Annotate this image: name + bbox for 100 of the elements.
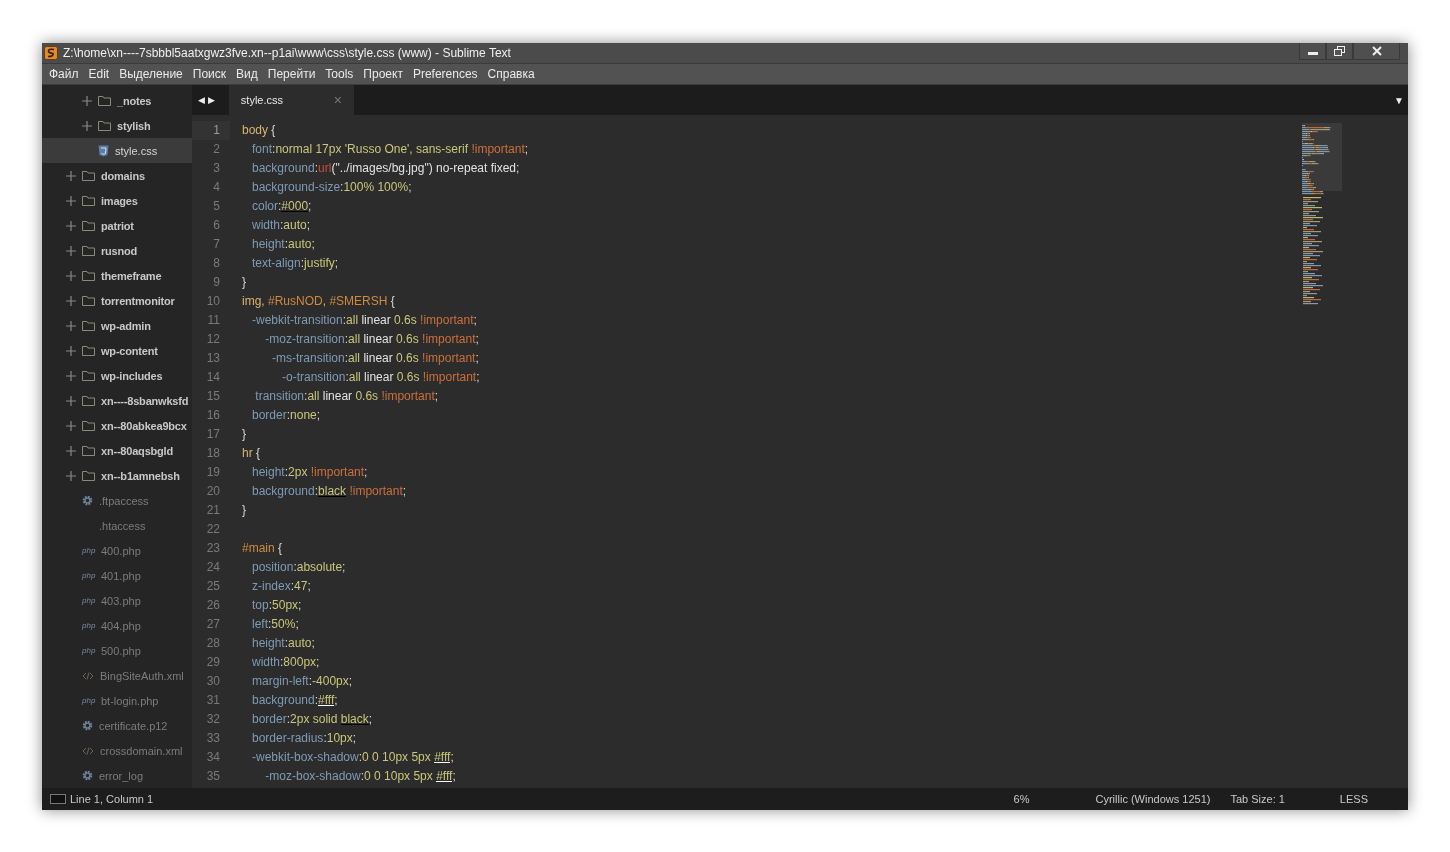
expand-icon[interactable] [66, 420, 76, 431]
sidebar-item[interactable]: php bt-login.php [42, 688, 192, 713]
menu-item[interactable]: Edit [83, 67, 115, 81]
sidebar-item[interactable]: patriot [42, 213, 192, 238]
sidebar-item[interactable]: php 401.php [42, 563, 192, 588]
tab-size-label[interactable]: Tab Size: 1 [1230, 793, 1285, 805]
menu-item[interactable]: Справка [482, 67, 540, 81]
expand-icon[interactable] [66, 295, 76, 306]
sidebar-item[interactable]: xn----8sbanwksfd [42, 388, 192, 413]
sidebar-item[interactable]: images [42, 188, 192, 213]
code-line: z-index:47; [251, 578, 311, 595]
expand-icon[interactable] [82, 120, 92, 131]
encoding-label[interactable]: Cyrillic (Windows 1251) [1095, 793, 1211, 805]
code-line: -o-transition:all linear 0.6s !important; [281, 369, 480, 386]
expand-icon[interactable] [66, 170, 76, 181]
expand-icon[interactable] [66, 195, 76, 206]
sidebar-item[interactable]: .ftpaccess [42, 488, 192, 513]
line-number: 30 [205, 673, 221, 690]
php-file-icon: php [82, 546, 96, 555]
sidebar-item[interactable]: stylish [42, 113, 192, 138]
tab-scroll-button[interactable]: ◀ [198, 95, 205, 105]
line-number: 12 [205, 331, 221, 348]
expand-icon[interactable] [66, 395, 76, 406]
line-number: 9 [212, 274, 221, 291]
line-number: 1 [192, 121, 230, 140]
expand-icon[interactable] [66, 220, 76, 231]
scroll-percent: 6% [1013, 793, 1030, 805]
restore-button[interactable] [1326, 43, 1353, 60]
line-number: 13 [205, 350, 221, 367]
expand-icon[interactable] [66, 245, 76, 256]
expand-icon[interactable] [66, 445, 76, 456]
line-number: 31 [205, 692, 221, 709]
gear-icon [82, 495, 93, 506]
menu-item[interactable]: Перейти [262, 67, 321, 81]
line-number: 34 [205, 749, 221, 766]
code-line: transition:all linear 0.6s !important; [254, 388, 439, 405]
sidebar-item[interactable]: php 403.php [42, 588, 192, 613]
minimize-button[interactable] [1299, 43, 1326, 60]
expand-icon[interactable] [82, 95, 92, 106]
syntax-label[interactable]: LESS [1339, 793, 1368, 805]
sidebar-item[interactable]: domains [42, 163, 192, 188]
sidebar-item[interactable]: php 404.php [42, 613, 192, 638]
expand-icon[interactable] [66, 345, 76, 356]
menu-item[interactable]: Проект [358, 67, 408, 81]
folder-icon [82, 295, 95, 306]
folder-icon [98, 95, 111, 106]
code-line: #main { [242, 540, 283, 557]
code-line: -webkit-box-shadow:0 0 10px 5px #fff; [251, 749, 454, 766]
code-line: left:50%; [251, 616, 299, 633]
line-number: 21 [205, 502, 221, 519]
expand-icon[interactable] [66, 270, 76, 281]
file-name: wp-admin [101, 319, 151, 332]
code-line: top:50px; [251, 597, 302, 614]
tab-scroll-button[interactable]: ▶ [207, 95, 215, 105]
sidebar-item[interactable]: crossdomain.xml [42, 738, 192, 763]
expand-icon[interactable] [66, 470, 76, 481]
file-name: torrentmonitor [101, 294, 175, 307]
sidebar-item[interactable]: wp-content [42, 338, 192, 363]
menu-item[interactable]: Выделение [114, 67, 188, 81]
folder-icon [82, 170, 95, 181]
line-number: 11 [206, 312, 221, 329]
file-name: .ftpaccess [99, 494, 149, 507]
panel-icon[interactable] [50, 794, 66, 804]
sidebar-item[interactable]: error_log [42, 763, 192, 788]
code-line: text-align:justify; [251, 255, 339, 272]
sidebar-item[interactable]: style.css [42, 138, 192, 163]
close-button[interactable] [1353, 43, 1400, 60]
sidebar-item[interactable]: .htaccess [42, 513, 192, 538]
sidebar-item[interactable]: wp-includes [42, 363, 192, 388]
file-name: BingSiteAuth.xml [100, 669, 184, 682]
sidebar-item[interactable]: themeframe [42, 263, 192, 288]
code-line: border:2px solid black; [251, 711, 373, 728]
folder-icon [98, 120, 111, 131]
menu-item[interactable]: Поиск [187, 67, 232, 81]
expand-icon[interactable] [66, 320, 76, 331]
tab[interactable]: style.css × [228, 85, 354, 115]
sidebar-item[interactable]: php 400.php [42, 538, 192, 563]
menu-item[interactable]: Файл [44, 67, 84, 81]
line-number: 3 [212, 160, 221, 177]
sidebar-item[interactable]: rusnod [42, 238, 192, 263]
sidebar-item[interactable]: torrentmonitor [42, 288, 192, 313]
sidebar-item[interactable]: xn--b1amnebsh [42, 463, 192, 488]
sidebar-item[interactable]: _notes [42, 88, 192, 113]
menu-item[interactable]: Вид [231, 67, 263, 81]
code-line: -webkit-transition:all linear 0.6s !important; [251, 312, 477, 329]
sidebar-item[interactable]: php 500.php [42, 638, 192, 663]
folder-icon [82, 320, 95, 331]
expand-icon[interactable] [66, 370, 76, 381]
sidebar-item[interactable]: BingSiteAuth.xml [42, 663, 192, 688]
menu-item[interactable]: Preferences [407, 67, 483, 81]
line-number: 6 [212, 217, 221, 234]
folder-icon [82, 345, 95, 356]
line-number: 23 [205, 540, 221, 557]
sidebar-item[interactable]: certificate.p12 [42, 713, 192, 738]
menu-item[interactable]: Tools [320, 67, 359, 81]
tab-list-button[interactable]: ▼ [1394, 94, 1404, 106]
sidebar-item[interactable]: xn--80aqsbgld [42, 438, 192, 463]
line-number: 26 [205, 597, 221, 614]
sidebar-item[interactable]: wp-admin [42, 313, 192, 338]
sidebar-item[interactable]: xn--80abkea9bcx [42, 413, 192, 438]
